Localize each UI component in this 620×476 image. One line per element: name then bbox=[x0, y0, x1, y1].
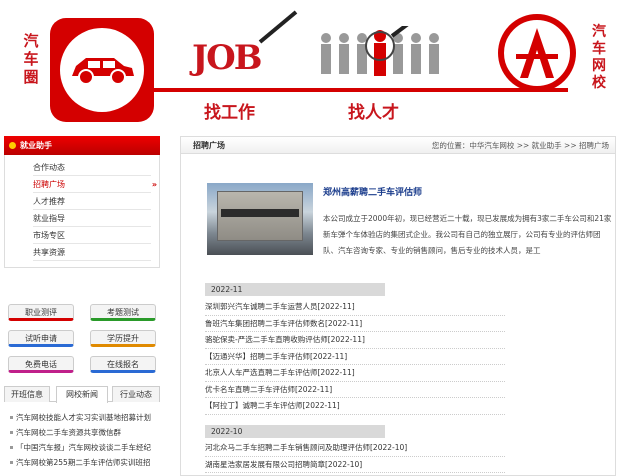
banner-red-line bbox=[154, 88, 568, 92]
banner-left-text: 汽车圈 bbox=[23, 32, 39, 86]
career-test-button[interactable]: 职业测评 bbox=[8, 304, 74, 321]
sidebar-item-cooperation[interactable]: 合作动态 bbox=[33, 159, 151, 176]
job-item[interactable]: 优卡名车直聘二手车评估师[2022-11] bbox=[205, 382, 505, 398]
tab-school-news[interactable]: 网校新闻 bbox=[56, 386, 108, 403]
main-header: 招聘广场 您的位置：中华汽车网校 >> 就业助手 >> 招聘广场 bbox=[181, 137, 615, 154]
degree-button[interactable]: 学历提升 bbox=[90, 330, 156, 347]
list-item[interactable]: 汽车网校技能人才实习实训基地招募计划 bbox=[8, 410, 160, 425]
sidebar-title: 就业助手 bbox=[4, 136, 160, 155]
job-item[interactable]: 河北众马二手车招聘二手车销售顾问及助理评估师[2022-10] bbox=[205, 440, 505, 457]
sidebar-menu: 合作动态 招聘广场» 人才推荐 就业指导 市场专区 共享资源 bbox=[4, 155, 160, 268]
car-icon bbox=[72, 58, 134, 85]
find-talent-link[interactable]: 找人才 bbox=[348, 98, 399, 123]
list-item[interactable]: 汽车网校第255期二手车评估师实训班招 bbox=[8, 455, 160, 470]
double-chevron-icon: » bbox=[151, 180, 157, 189]
find-job-link[interactable]: 找工作 bbox=[204, 98, 255, 123]
site-banner: 汽车圈 JOB 找工作 找人才 汽车网校 bbox=[0, 0, 620, 132]
job-item[interactable]: 深圳郭兴汽车诚聘二手车运营人员[2022-11] bbox=[205, 299, 505, 316]
tab-class-info[interactable]: 开班信息 bbox=[4, 386, 50, 402]
car-circle-logo[interactable] bbox=[50, 18, 154, 122]
job-item[interactable]: 骆驼保卖-严选二手车直聘收购评估师[2022-11] bbox=[205, 332, 505, 349]
list-item[interactable]: 汽车网校二手车资源共享微信群 bbox=[8, 425, 160, 440]
trial-apply-button[interactable]: 试听申请 bbox=[8, 330, 74, 347]
free-call-button[interactable]: 免费电话 bbox=[8, 356, 74, 373]
breadcrumb[interactable]: 您的位置：中华汽车网校 >> 就业助手 >> 招聘广场 bbox=[432, 137, 609, 154]
job-item[interactable]: 北京人人车严选直聘二手车评估师[2022-11] bbox=[205, 365, 505, 382]
sidebar-item-recruitment[interactable]: 招聘广场» bbox=[33, 176, 157, 193]
sidebar: 就业助手 合作动态 招聘广场» 人才推荐 就业指导 市场专区 共享资源 bbox=[4, 136, 160, 268]
main-panel: 招聘广场 您的位置：中华汽车网校 >> 就业助手 >> 招聘广场 郑州高薪聘二手… bbox=[180, 136, 616, 476]
job-list: 深圳郭兴汽车诚聘二手车运营人员[2022-11] 鲁班汽车集团招聘二手车评估师数… bbox=[205, 299, 505, 415]
news-list: 汽车网校技能人才实习实训基地招募计划 汽车网校二手车资源共享微信群 「中国汽车报… bbox=[8, 410, 160, 470]
job-item[interactable]: 湖南星浩家居发展有限公司招聘简章[2022-10] bbox=[205, 457, 505, 473]
company-title[interactable]: 郑州高薪聘二手车评估师 bbox=[323, 185, 422, 198]
job-item[interactable]: 【迈通兴华】招聘二手车评估师[2022-11] bbox=[205, 349, 505, 365]
sidebar-item-guidance[interactable]: 就业指导 bbox=[33, 210, 151, 227]
job-list: 河北众马二手车招聘二手车销售顾问及助理评估师[2022-10] 湖南星浩家居发展… bbox=[205, 440, 505, 473]
job-text: JOB bbox=[192, 38, 262, 78]
sidebar-item-talent[interactable]: 人才推荐 bbox=[33, 193, 151, 210]
page-title: 招聘广场 bbox=[193, 141, 225, 150]
group-header: 2022-10 bbox=[205, 425, 385, 438]
job-item[interactable]: 鲁班汽车集团招聘二手车评估师数名[2022-11] bbox=[205, 316, 505, 332]
sidebar-item-resources[interactable]: 共享资源 bbox=[33, 244, 151, 261]
group-header: 2022-11 bbox=[205, 283, 385, 296]
banner-right-text: 汽车网校 bbox=[592, 24, 606, 91]
tower-icon bbox=[516, 28, 558, 78]
list-item[interactable]: 「中国汽车报」汽车网校谈谈二手车经纪 bbox=[8, 440, 160, 455]
company-description: 本公司成立于2000年初，现已经营近二十载，现已发展成为拥有3家二手车公司和21… bbox=[323, 214, 612, 255]
tab-industry[interactable]: 行业动态 bbox=[112, 386, 160, 402]
company-photo[interactable] bbox=[207, 183, 313, 255]
news-tabs: 开班信息 网校新闻 行业动态 bbox=[4, 386, 160, 403]
people-icon bbox=[316, 16, 444, 84]
sidebar-item-market[interactable]: 市场专区 bbox=[33, 227, 151, 244]
school-logo[interactable] bbox=[498, 14, 576, 92]
online-signup-button[interactable]: 在线报名 bbox=[90, 356, 156, 373]
exam-test-button[interactable]: 考题测试 bbox=[90, 304, 156, 321]
job-item[interactable]: 【阿拉丁】诚聘二手车评估师[2022-11] bbox=[205, 398, 505, 415]
